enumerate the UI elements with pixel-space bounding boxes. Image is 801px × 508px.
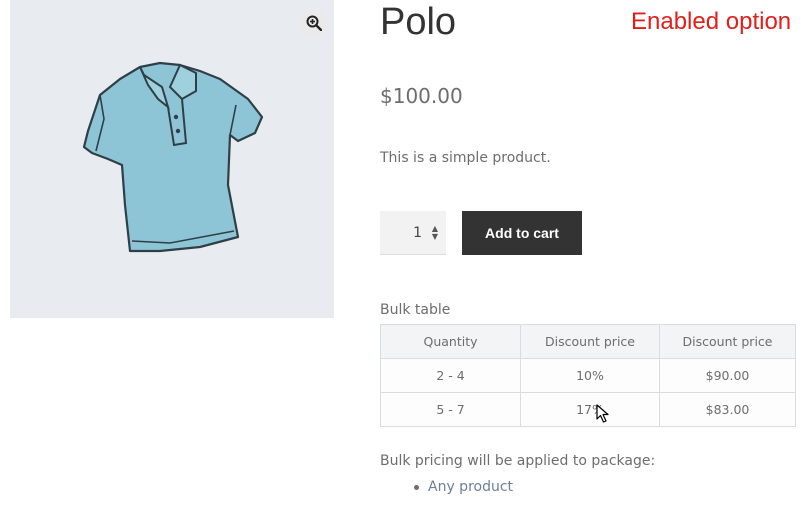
cell-discount: 10% — [520, 358, 660, 393]
product-description: This is a simple product. — [380, 150, 551, 166]
column-header-discount: Discount price — [520, 324, 660, 359]
table-row: 2 - 4 10% $90.00 — [380, 358, 796, 393]
bulk-product-list: Any product — [414, 479, 513, 495]
enabled-option-annotation: Enabled option — [631, 8, 792, 35]
product-price: $100.00 — [380, 84, 463, 108]
column-header-quantity: Quantity — [380, 324, 521, 359]
spinner-icon[interactable]: ▲ ▼ — [428, 224, 442, 241]
bulk-pricing-note: Bulk pricing will be applied to package: — [380, 453, 656, 469]
table-header-row: Quantity Discount price Discount price — [380, 324, 796, 359]
product-image[interactable] — [10, 0, 334, 318]
list-item: Any product — [414, 479, 513, 495]
column-header-discount-price: Discount price — [659, 324, 796, 359]
cell-price: $90.00 — [659, 358, 796, 393]
add-to-cart-button[interactable]: Add to cart — [462, 211, 582, 255]
quantity-input[interactable]: 1 — [380, 225, 422, 241]
bulk-table: Quantity Discount price Discount price 2… — [380, 324, 796, 427]
cell-quantity: 2 - 4 — [380, 358, 521, 393]
polo-shirt-icon — [82, 61, 264, 253]
any-product-link[interactable]: Any product — [428, 479, 513, 495]
mouse-cursor-icon — [596, 404, 609, 423]
cell-discount: 17% — [520, 392, 660, 427]
product-title: Polo — [380, 1, 457, 43]
cell-quantity: 5 - 7 — [380, 392, 521, 427]
quantity-stepper[interactable]: 1 ▲ ▼ — [380, 211, 446, 255]
bulk-table-title: Bulk table — [380, 302, 451, 318]
product-page: Polo Enabled option $100.00 This is a si… — [0, 0, 801, 508]
cell-price: $83.00 — [659, 392, 796, 427]
magnify-plus-icon — [306, 15, 322, 31]
bullet-icon — [414, 484, 419, 490]
table-row: 5 - 7 17% $83.00 — [380, 392, 796, 427]
zoom-button[interactable] — [300, 9, 328, 37]
